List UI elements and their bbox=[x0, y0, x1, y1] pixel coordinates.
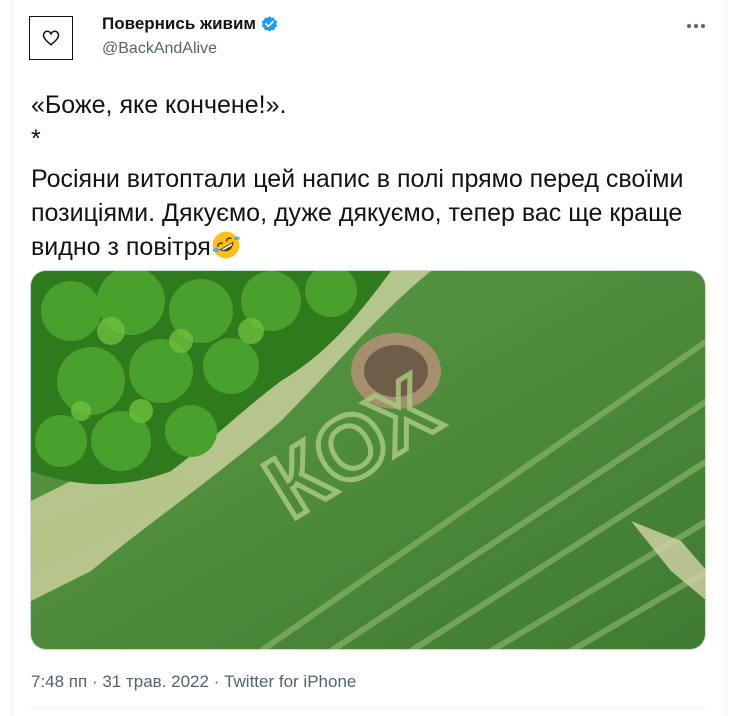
tweet-date[interactable]: 31 трав. 2022 bbox=[102, 672, 209, 691]
more-options-icon[interactable] bbox=[682, 12, 710, 40]
meta-separator-1: · bbox=[87, 672, 103, 691]
tweet-text-line-1: «Боже, яке кончене!». bbox=[31, 91, 287, 119]
avatar[interactable] bbox=[29, 16, 73, 60]
tweet-source[interactable]: Twitter for iPhone bbox=[224, 672, 356, 691]
heart-icon bbox=[42, 30, 60, 46]
aerial-field-photo: КОХ bbox=[31, 271, 705, 649]
divider bbox=[30, 708, 706, 709]
tweet-body: Росіяни витоптали цей напис в полі прямо… bbox=[31, 165, 684, 261]
author-handle[interactable]: @BackAndAlive bbox=[102, 40, 217, 58]
rolling-laughing-emoji-icon bbox=[212, 231, 240, 259]
meta-separator-2: · bbox=[208, 672, 225, 691]
author-name-row[interactable]: Повернись живим bbox=[102, 14, 279, 34]
tweet-text-line-2: * bbox=[31, 125, 41, 153]
tweet-text: «Боже, яке кончене!». * Росіяни витоптал… bbox=[31, 88, 716, 264]
tweet-text-line-3: Росіяни витоптали цей напис в полі прямо… bbox=[31, 162, 716, 264]
author-name[interactable]: Повернись живим bbox=[102, 14, 256, 34]
verified-badge-icon bbox=[261, 15, 278, 32]
tweet-photo[interactable]: КОХ bbox=[30, 270, 706, 650]
tweet-metadata: 7:48 пп · 31 трав. 2022 · Twitter for iP… bbox=[31, 672, 356, 692]
tweet-time[interactable]: 7:48 пп bbox=[31, 672, 87, 691]
